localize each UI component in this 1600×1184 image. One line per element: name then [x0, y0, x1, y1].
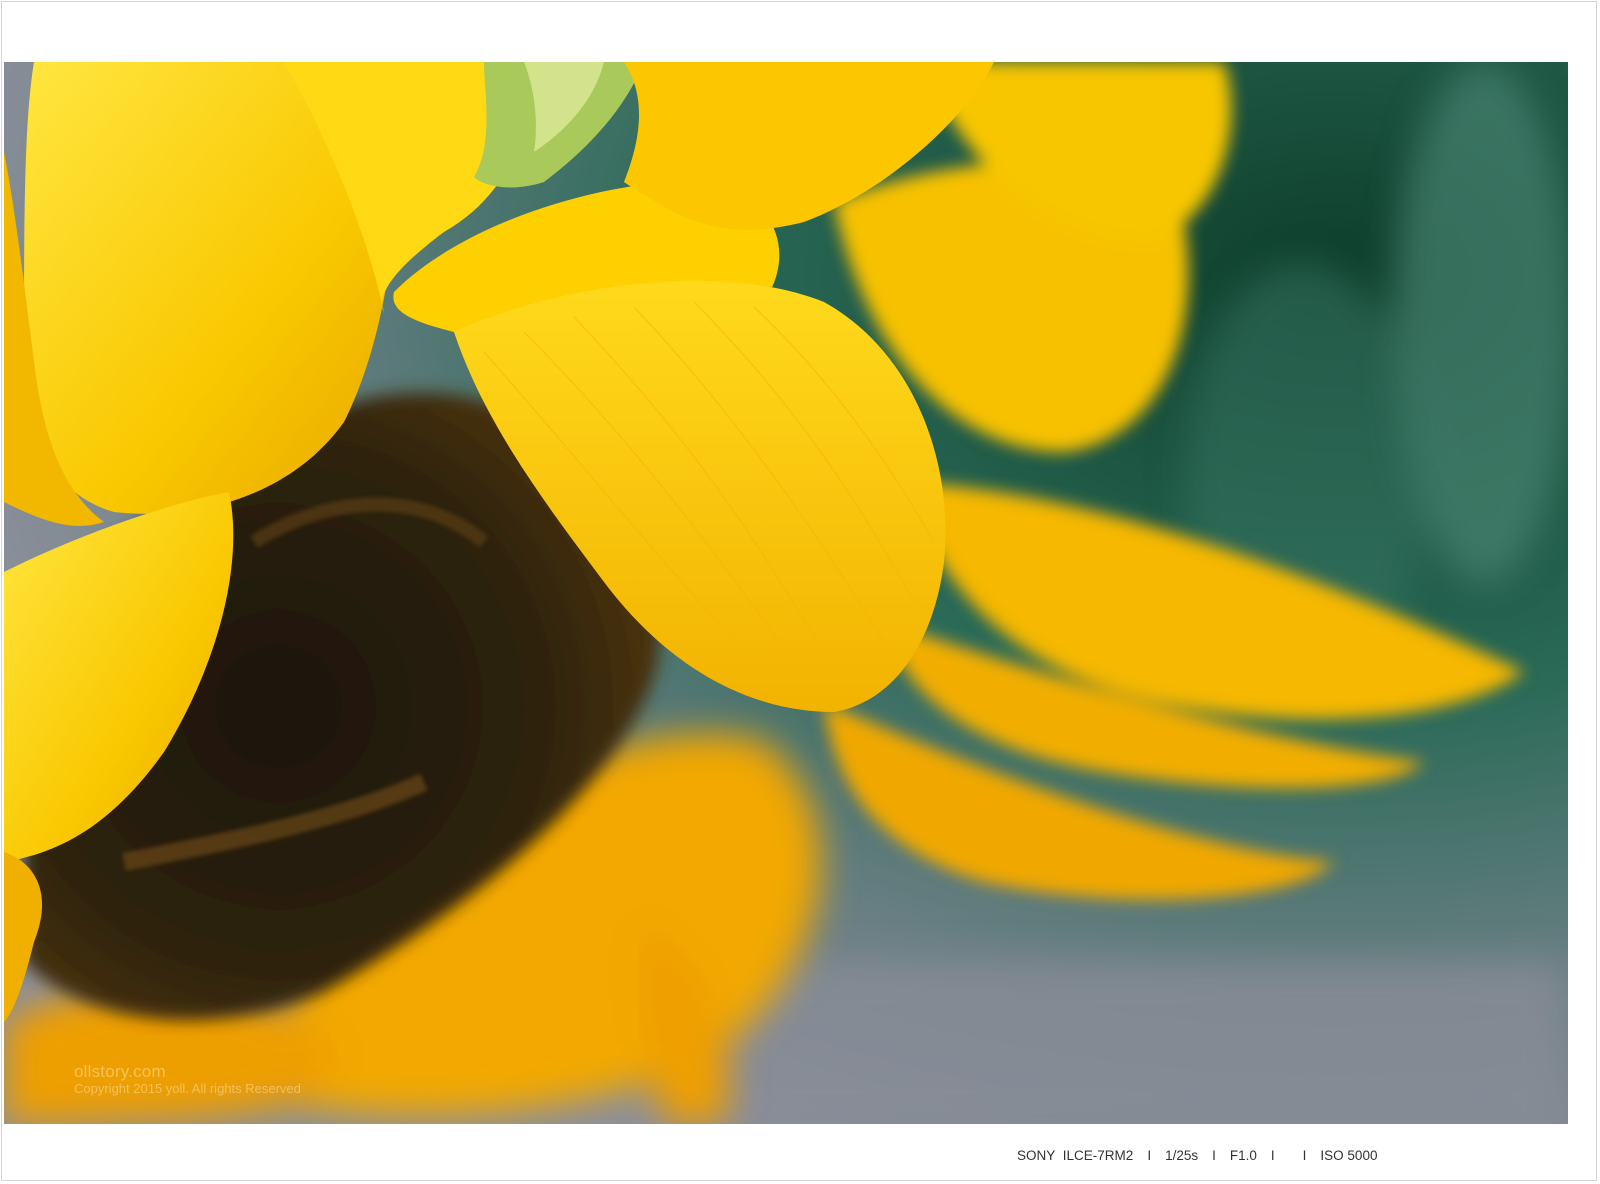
exif-iso: ISO 5000	[1320, 1148, 1378, 1163]
exif-separator: I	[1212, 1148, 1216, 1163]
exif-brand: SONY	[1017, 1148, 1056, 1163]
exif-separator: I	[1270, 1148, 1275, 1163]
exif-shutter: 1/25s	[1165, 1148, 1199, 1163]
sunflower-photo: ollstory.com Copyright 2015 yoll. All ri…	[4, 62, 1568, 1124]
exif-aperture: F1.0	[1229, 1148, 1257, 1163]
exif-separator: I	[1302, 1148, 1307, 1163]
photo-frame: ollstory.com Copyright 2015 yoll. All ri…	[1, 1, 1597, 1181]
sunflower-image	[4, 62, 1568, 1124]
exif-info: SONY ILCE-7RM2 I 1/25s I F1.0 I I ISO 5000	[1017, 1148, 1377, 1163]
exif-model: ILCE-7RM2	[1062, 1148, 1134, 1163]
exif-separator: I	[1147, 1148, 1152, 1163]
